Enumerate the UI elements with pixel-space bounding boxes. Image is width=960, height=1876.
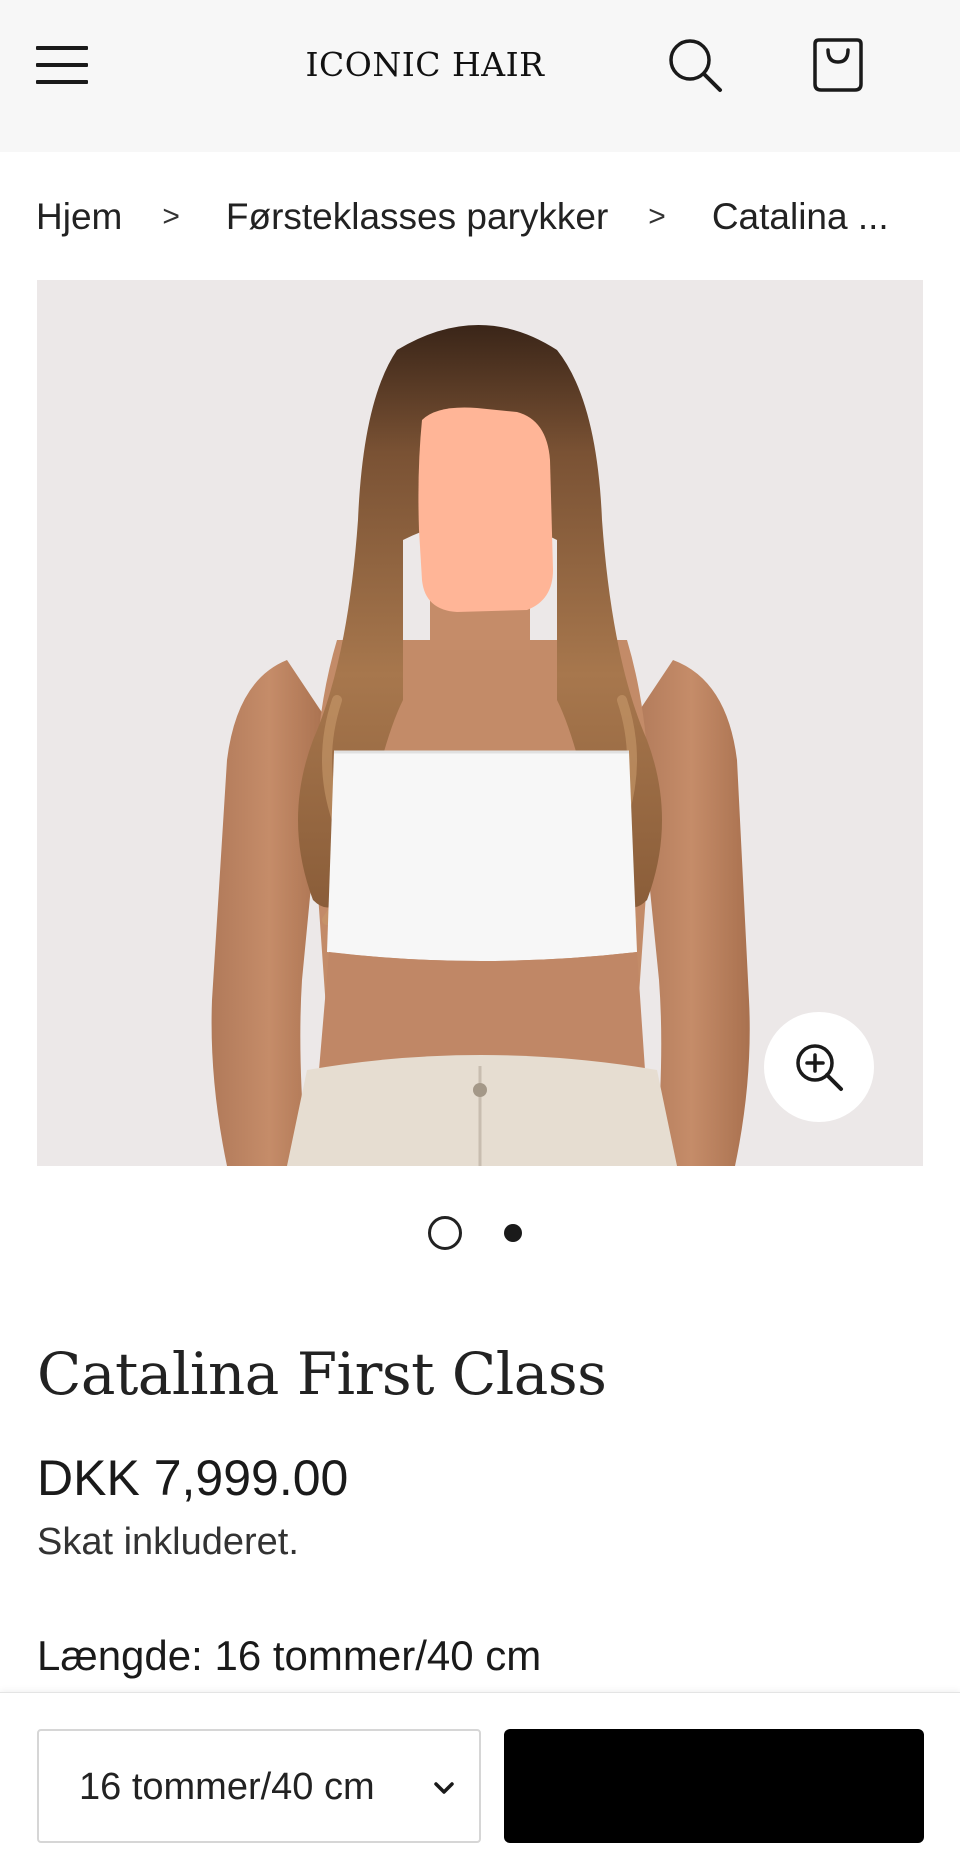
breadcrumb-home[interactable]: Hjem [36, 196, 122, 238]
site-header: ICONIC HAIR [0, 0, 960, 152]
carousel-dots [426, 1216, 536, 1252]
carousel-dot-1[interactable] [428, 1216, 462, 1250]
length-option-label: Længde: 16 tommer/40 cm [37, 1632, 542, 1679]
length-select-value: 16 tommer/40 cm [79, 1766, 375, 1808]
shopping-bag-icon[interactable] [810, 34, 866, 94]
carousel-dot-2[interactable] [504, 1224, 522, 1242]
search-icon[interactable] [666, 36, 724, 94]
product-price: DKK 7,999.00 [37, 1450, 349, 1506]
breadcrumb: Hjem > Førsteklasses parykker > Catalina… [36, 188, 926, 246]
breadcrumb-category[interactable]: Førsteklasses parykker [226, 196, 608, 238]
breadcrumb-current: Catalina ... [711, 196, 889, 237]
add-to-cart-button[interactable] [504, 1729, 924, 1843]
sticky-purchase-bar: 16 tommer/40 cm [0, 1692, 960, 1876]
zoom-in-icon [796, 1044, 843, 1091]
hamburger-menu-icon[interactable] [36, 44, 88, 86]
product-title: Catalina First Class [37, 1340, 607, 1408]
length-select[interactable]: 16 tommer/40 cm [37, 1729, 481, 1843]
tax-note: Skat inkluderet. [37, 1521, 299, 1563]
breadcrumb-separator: > [162, 200, 180, 233]
product-page: ICONIC HAIR Hjem > Førsteklasses parykke… [0, 0, 960, 1876]
site-logo[interactable]: ICONIC HAIR [300, 40, 550, 90]
zoom-button[interactable] [764, 1012, 874, 1122]
chevron-down-icon [434, 1782, 454, 1794]
breadcrumb-separator: > [648, 200, 666, 233]
